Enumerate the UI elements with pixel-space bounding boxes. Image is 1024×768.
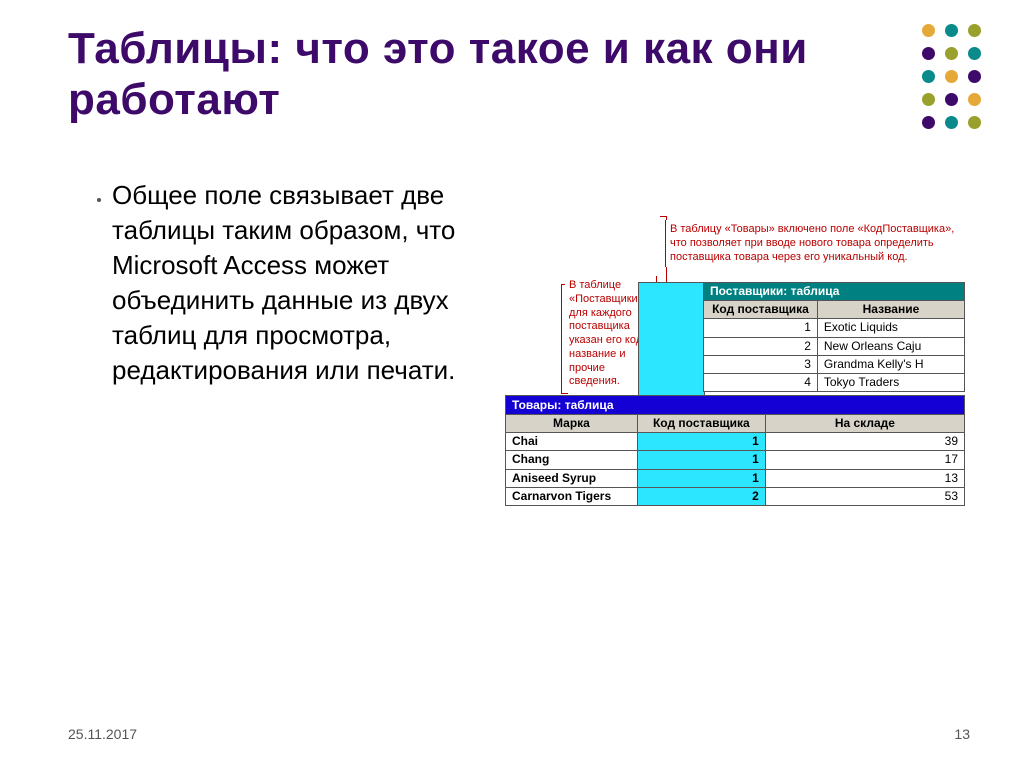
cell: Carnarvon Tigers	[506, 487, 638, 505]
cell: Grandma Kelly's H	[817, 355, 964, 373]
cell: 1	[637, 433, 765, 451]
products-caption-bar: Товары: таблица	[505, 395, 965, 416]
products-table: Марка Код поставщика На складе Chai 1 39…	[505, 414, 965, 506]
products-header-brand: Марка	[506, 415, 638, 433]
suppliers-header-code: Код поставщика	[704, 301, 818, 319]
cell: 4	[704, 373, 818, 391]
callout-right: В таблицу «Товары» включено поле «КодПос…	[665, 220, 965, 267]
cell: Aniseed Syrup	[506, 469, 638, 487]
footer-date: 25.11.2017	[68, 726, 137, 742]
cell: 3	[704, 355, 818, 373]
cell: New Orleans Caju	[817, 337, 964, 355]
suppliers-caption: Поставщики: таблица	[704, 283, 965, 301]
cell: 13	[765, 469, 964, 487]
bullet-item: Общее поле связывает две таблицы таким о…	[112, 178, 486, 389]
cell: Tokyo Traders	[817, 373, 964, 391]
products-caption: Товары: таблица	[506, 396, 965, 416]
page-number: 13	[954, 726, 970, 742]
cell: 39	[765, 433, 964, 451]
bullet-list: Общее поле связывает две таблицы таким о…	[86, 178, 486, 389]
cell: 1	[637, 469, 765, 487]
products-header-code: Код поставщика	[637, 415, 765, 433]
cell: Exotic Liquids	[817, 319, 964, 337]
cell: Chai	[506, 433, 638, 451]
cell: 2	[704, 337, 818, 355]
suppliers-header-name: Название	[817, 301, 964, 319]
products-header-stock: На складе	[765, 415, 964, 433]
cell: Chang	[506, 451, 638, 469]
slide-title: Таблицы: что это такое и как они работаю…	[68, 24, 868, 125]
cell: 17	[765, 451, 964, 469]
decoration-dots	[922, 24, 994, 134]
cell: 53	[765, 487, 964, 505]
cell: 2	[637, 487, 765, 505]
suppliers-table: Поставщики: таблица Код поставщика Назва…	[703, 282, 965, 392]
cell: 1	[637, 451, 765, 469]
cell: 1	[704, 319, 818, 337]
